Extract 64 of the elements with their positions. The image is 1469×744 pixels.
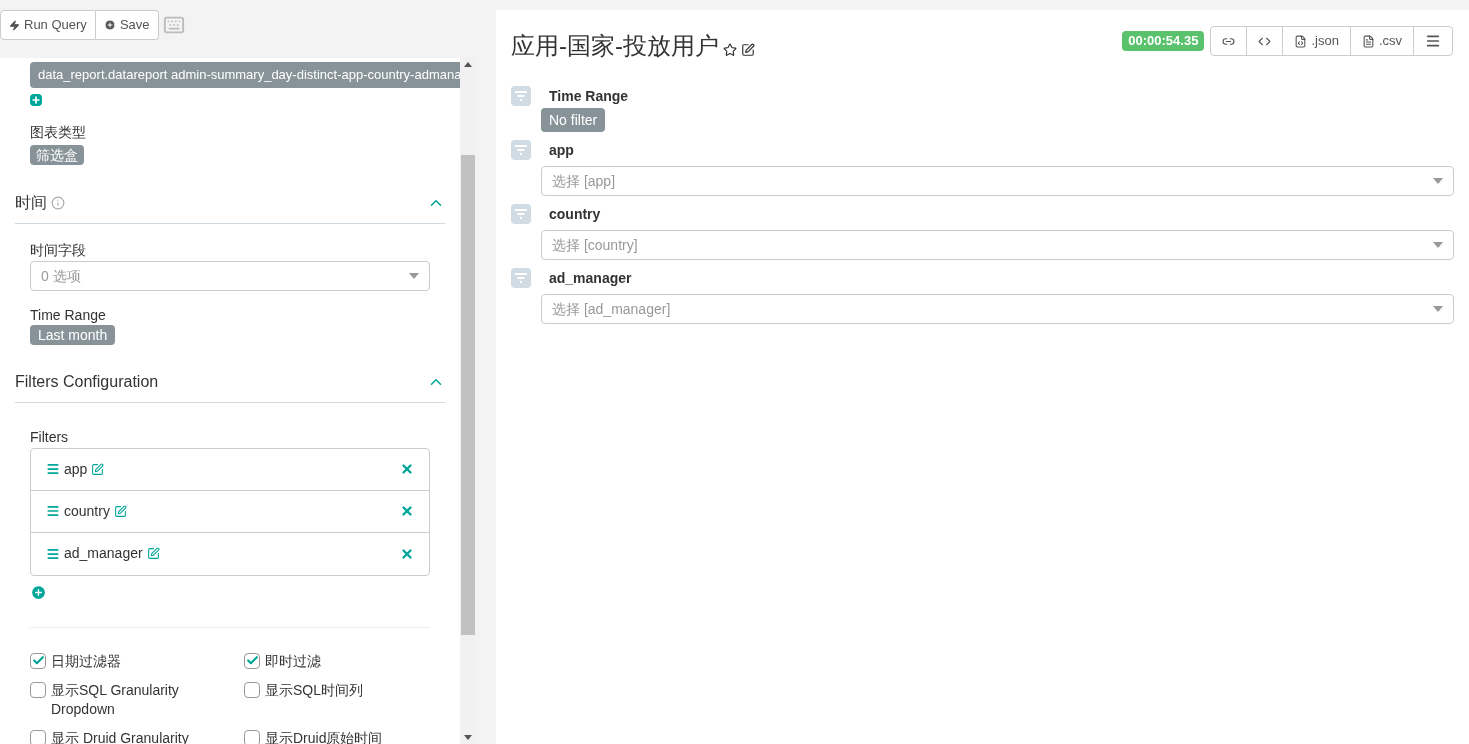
- checkbox[interactable]: [244, 681, 260, 698]
- checkbox-label: 显示SQL Granularity Dropdown: [51, 680, 180, 719]
- run-query-button[interactable]: Run Query: [0, 10, 96, 40]
- filter-name: ad_manager: [64, 544, 143, 563]
- save-button[interactable]: Save: [95, 10, 159, 40]
- export-button[interactable]: .json: [1282, 27, 1350, 55]
- time-range-tag[interactable]: Last month: [30, 324, 116, 345]
- drag-handle-icon[interactable]: [46, 546, 60, 561]
- checkbox-label: 日期过滤器: [51, 651, 121, 671]
- chart-type-tag[interactable]: 筛选盒: [30, 145, 84, 165]
- edit-icon[interactable]: [741, 43, 755, 57]
- filter-name: country: [64, 501, 110, 521]
- add-filter-icon[interactable]: [30, 583, 47, 601]
- filter-icon: [511, 268, 531, 288]
- checkbox[interactable]: [30, 652, 46, 669]
- dropdown-caret-icon: [1433, 306, 1443, 312]
- menu-icon: [1425, 33, 1441, 49]
- scrollbar-thumb[interactable]: [461, 155, 475, 635]
- drag-handle-icon[interactable]: [46, 504, 60, 518]
- filter-name: app: [64, 459, 88, 479]
- filter-icon: [511, 204, 531, 224]
- chart-title: 应用-国家-投放用户: [511, 31, 719, 61]
- drag-handle-icon[interactable]: [46, 462, 60, 476]
- file-icon: [1361, 34, 1375, 48]
- checkbox-label: 显示Druid原始时间: [265, 728, 383, 744]
- filter-select[interactable]: 选择 [app]: [541, 166, 1454, 196]
- checkbox[interactable]: [30, 681, 46, 698]
- time-field-select[interactable]: 0 选项: [30, 261, 430, 291]
- filter-label: Time Range: [548, 87, 630, 106]
- field-label: 图表类型: [30, 123, 87, 142]
- plus-circle-icon: [103, 19, 116, 31]
- remove-icon[interactable]: [400, 504, 414, 518]
- field-label: Time Range: [30, 307, 107, 325]
- star-icon[interactable]: [723, 43, 737, 57]
- timer-badge: 00:00:54.35: [1122, 31, 1205, 51]
- checkbox[interactable]: [244, 652, 260, 669]
- checkbox-label: 显示SQL时间列: [265, 680, 363, 700]
- code-file-icon: [1294, 34, 1308, 48]
- remove-icon[interactable]: [400, 462, 414, 476]
- lightning-icon: [9, 19, 20, 31]
- export-button[interactable]: .csv: [1349, 27, 1413, 55]
- scroll-down-arrow-icon[interactable]: [464, 735, 472, 740]
- section-title: 时间: [15, 193, 47, 213]
- filter-icon: [511, 140, 531, 160]
- section-title: Filters Configuration: [15, 371, 159, 392]
- remove-icon[interactable]: [400, 546, 414, 561]
- filter-select[interactable]: 选择 [country]: [541, 230, 1454, 260]
- field-label: 时间字段: [30, 241, 87, 260]
- filter-label: app: [548, 141, 575, 160]
- time-filter-tag[interactable]: No filter: [541, 108, 606, 132]
- dropdown-caret-icon: [1433, 178, 1443, 184]
- checkbox-label: 即时过滤: [265, 651, 321, 671]
- filter-label: country: [548, 205, 602, 224]
- field-label: Filters: [30, 427, 70, 447]
- keyboard-icon[interactable]: [162, 14, 185, 36]
- checkbox[interactable]: [244, 729, 260, 744]
- filter-icon: [511, 86, 531, 106]
- filter-select[interactable]: 选择 [ad_manager]: [541, 294, 1454, 324]
- dropdown-caret-icon: [409, 273, 419, 279]
- checkbox[interactable]: [30, 729, 46, 744]
- add-datasource-icon[interactable]: [30, 94, 42, 106]
- filter-label: ad_manager: [548, 269, 633, 288]
- dropdown-caret-icon: [1433, 242, 1443, 248]
- scroll-up-arrow-icon[interactable]: [464, 62, 472, 67]
